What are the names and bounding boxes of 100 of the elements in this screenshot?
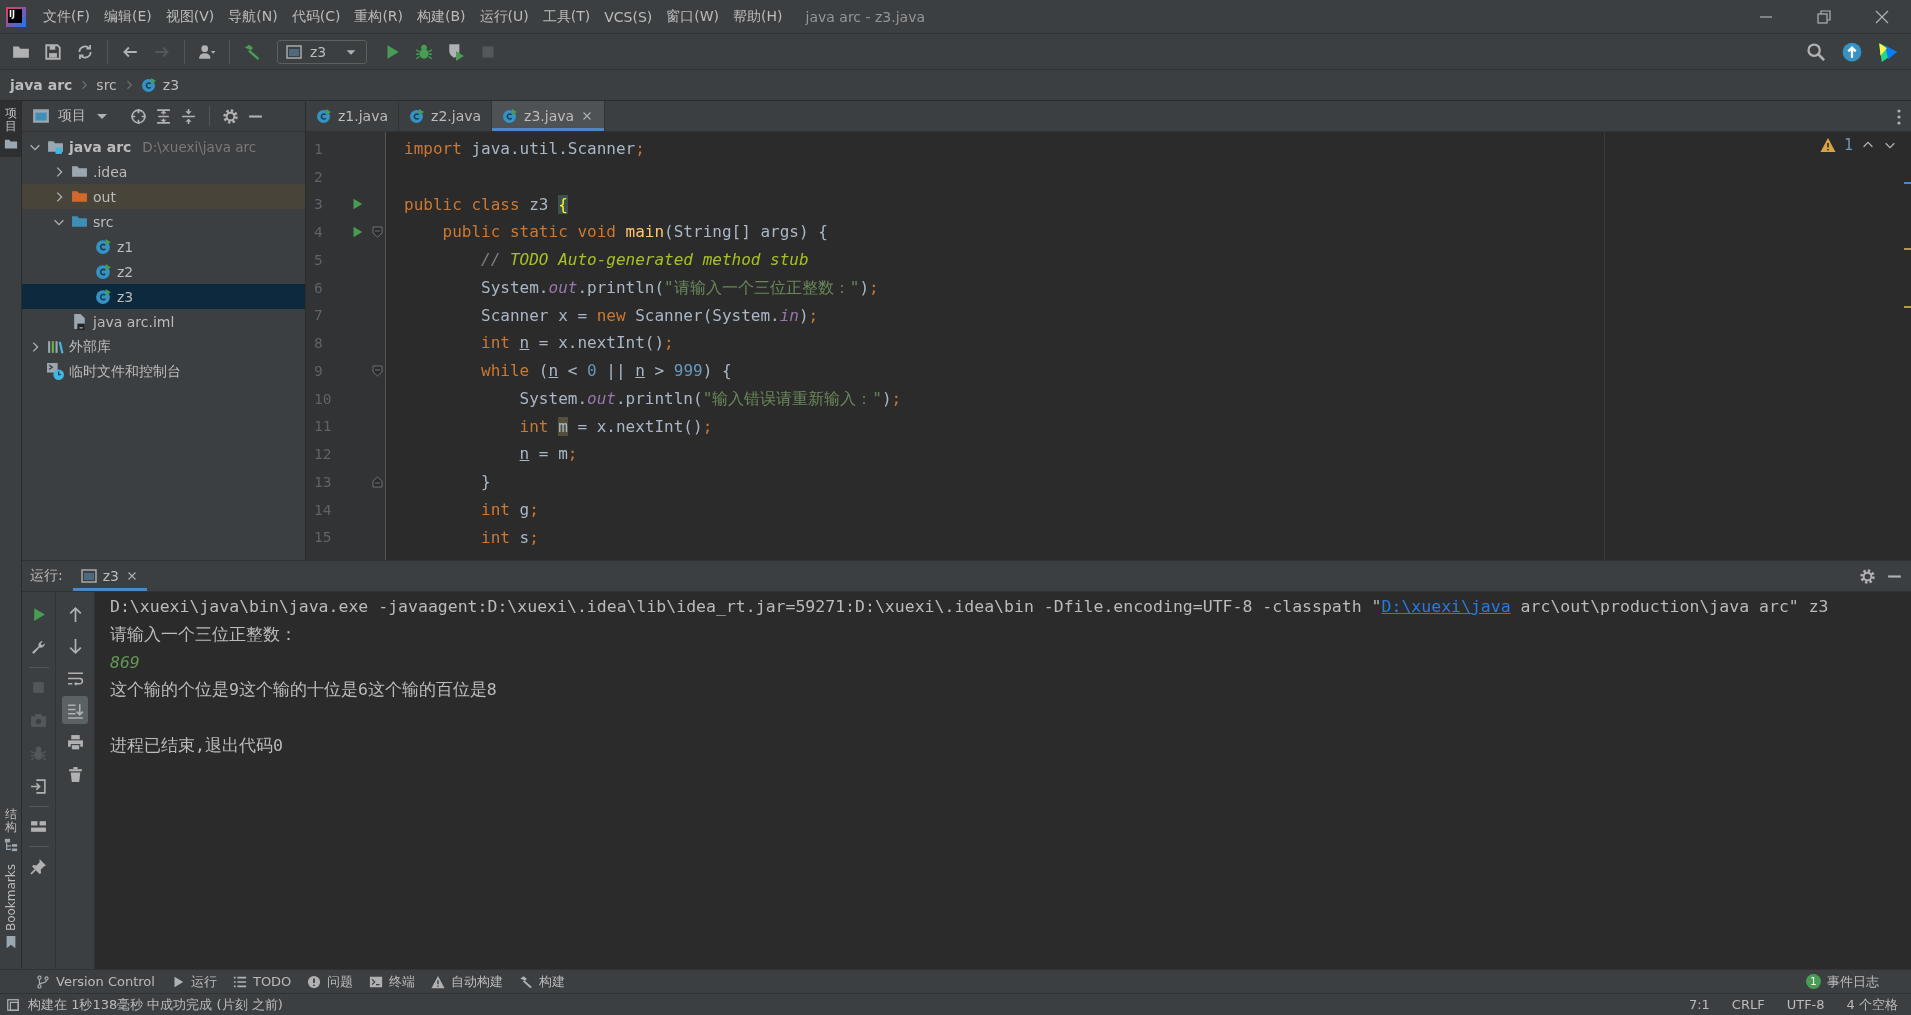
crosshair-icon[interactable] bbox=[130, 107, 147, 125]
scroll-marker[interactable] bbox=[1904, 248, 1911, 250]
scroll-marker[interactable] bbox=[1904, 306, 1911, 308]
tree-item[interactable]: 临时文件和控制台 bbox=[22, 359, 305, 384]
hammer-icon[interactable] bbox=[243, 42, 261, 61]
printer-icon bbox=[66, 733, 84, 751]
path-link[interactable]: D:\xuexi\java bbox=[1381, 597, 1511, 616]
settings-icon[interactable] bbox=[222, 107, 239, 125]
class-icon bbox=[95, 238, 112, 255]
class-icon bbox=[95, 288, 112, 305]
pin-icon[interactable] bbox=[30, 858, 47, 875]
frame-icon[interactable] bbox=[6, 997, 20, 1012]
class-icon bbox=[409, 108, 426, 124]
scroll-marker[interactable] bbox=[1904, 182, 1911, 184]
menu-item[interactable]: VCS(S) bbox=[597, 8, 660, 25]
tool-window-button[interactable]: 构建 bbox=[511, 972, 574, 991]
tool-window-button[interactable]: 运行 bbox=[162, 972, 225, 991]
run-tab[interactable]: z3 bbox=[72, 561, 147, 591]
scratch-icon bbox=[47, 363, 64, 380]
tree-item[interactable]: out bbox=[22, 184, 305, 209]
path-hint: D:\xuexi\java arc bbox=[142, 138, 257, 155]
tool-window-stripe-button[interactable]: Bookmarks bbox=[0, 857, 21, 955]
code-line: int g; bbox=[480, 499, 539, 519]
expand-all-icon[interactable] bbox=[155, 107, 172, 125]
wrench-icon[interactable] bbox=[30, 639, 47, 656]
tool-window-stripe-button[interactable]: 项目 bbox=[0, 101, 21, 158]
tool-window-button[interactable]: TODO bbox=[224, 974, 300, 989]
more-icon[interactable] bbox=[1897, 109, 1901, 125]
tree-item[interactable]: java arc.iml bbox=[22, 309, 305, 334]
console-window-icon bbox=[80, 568, 97, 584]
code-line: } bbox=[480, 472, 491, 491]
refresh-icon[interactable] bbox=[76, 42, 94, 61]
folder-icon bbox=[71, 188, 88, 205]
menu-item[interactable]: 帮助(H) bbox=[726, 7, 790, 26]
tree-item[interactable]: z2 bbox=[22, 259, 305, 284]
run-config-dropdown[interactable]: z3 bbox=[277, 39, 367, 64]
restore-icon[interactable] bbox=[1816, 8, 1832, 25]
menu-item[interactable]: 构建(B) bbox=[410, 7, 473, 26]
console-line: 请输入一个三位正整数： bbox=[110, 623, 298, 646]
settings-icon[interactable] bbox=[1859, 567, 1876, 585]
breadcrumb-item[interactable]: java arc bbox=[10, 77, 73, 93]
layout-icon[interactable] bbox=[30, 818, 47, 835]
menu-item[interactable]: 运行(U) bbox=[472, 7, 536, 26]
bug-icon[interactable] bbox=[415, 42, 433, 61]
menu-item[interactable]: 窗口(W) bbox=[659, 7, 727, 26]
menu-item[interactable]: 文件(F) bbox=[36, 7, 97, 26]
tool-window-button[interactable]: Version Control bbox=[28, 974, 163, 989]
soft-wrap-icon bbox=[66, 669, 84, 687]
toggle-button[interactable] bbox=[62, 696, 88, 724]
fold-icon[interactable] bbox=[371, 364, 383, 377]
tree-item[interactable]: java arc D:\xuexi\java arc bbox=[22, 134, 305, 159]
status-item[interactable]: UTF-8 bbox=[1779, 997, 1832, 1012]
coverage-icon[interactable] bbox=[447, 42, 465, 61]
update-icon[interactable] bbox=[1842, 41, 1862, 62]
menu-item[interactable]: 编辑(E) bbox=[97, 7, 159, 26]
logo-icon[interactable] bbox=[1878, 41, 1898, 62]
breadcrumb-item[interactable]: src bbox=[96, 77, 117, 93]
status-item[interactable]: CRLF bbox=[1724, 997, 1772, 1012]
save-icon[interactable] bbox=[44, 42, 62, 61]
tree-item[interactable]: 外部库 bbox=[22, 334, 305, 359]
user-icon[interactable] bbox=[198, 42, 216, 61]
editor-tab[interactable]: z1.java bbox=[306, 101, 400, 131]
tree-item[interactable]: z3 bbox=[22, 284, 305, 309]
tool-window-button[interactable]: 问题 bbox=[299, 972, 362, 991]
menu-item[interactable]: 代码(C) bbox=[284, 7, 348, 26]
hammer-icon bbox=[519, 974, 534, 989]
class-icon bbox=[316, 108, 332, 124]
app-logo: IJ bbox=[6, 6, 26, 27]
code-line: public class z3 { bbox=[404, 194, 568, 214]
status-item[interactable]: 7:1 bbox=[1681, 997, 1717, 1012]
tree-item[interactable]: .idea bbox=[22, 159, 305, 184]
tool-window-stripe-button[interactable]: 结构 bbox=[0, 801, 21, 858]
tree-item[interactable]: z1 bbox=[22, 234, 305, 259]
scroll-to-end-icon bbox=[66, 701, 84, 719]
collapse-all-icon[interactable] bbox=[180, 107, 197, 125]
panel-title[interactable]: 项目 bbox=[58, 107, 86, 125]
folder-icon bbox=[71, 163, 88, 180]
exit-icon[interactable] bbox=[30, 778, 47, 795]
trash-icon bbox=[66, 765, 84, 783]
panel-icon bbox=[32, 107, 50, 125]
tree-item[interactable]: src bbox=[22, 209, 305, 234]
file-icon bbox=[71, 313, 88, 330]
menu-item[interactable]: 工具(T) bbox=[535, 7, 598, 26]
tool-window-button[interactable]: 自动构建 bbox=[423, 972, 512, 991]
warning-icon bbox=[1819, 137, 1836, 153]
event-log-button[interactable]: 1 事件日志 bbox=[1798, 972, 1887, 991]
tool-window-button[interactable]: 终端 bbox=[361, 972, 424, 991]
status-item[interactable]: 4 个空格 bbox=[1839, 995, 1905, 1014]
fold-icon[interactable] bbox=[371, 226, 383, 239]
menu-item[interactable]: 导航(N) bbox=[221, 7, 285, 26]
warning-count[interactable]: 1 bbox=[1843, 136, 1853, 154]
editor-tab[interactable]: z3.java bbox=[492, 101, 606, 131]
info-icon bbox=[307, 974, 322, 989]
menu-item[interactable]: 视图(V) bbox=[158, 7, 222, 26]
structure-icon bbox=[3, 837, 18, 852]
close-icon[interactable] bbox=[1874, 8, 1890, 25]
fold-icon[interactable] bbox=[371, 475, 383, 488]
menu-item[interactable]: 重构(R) bbox=[347, 7, 411, 26]
search-icon[interactable] bbox=[1806, 41, 1826, 62]
breadcrumb-item[interactable]: z3 bbox=[162, 77, 180, 93]
